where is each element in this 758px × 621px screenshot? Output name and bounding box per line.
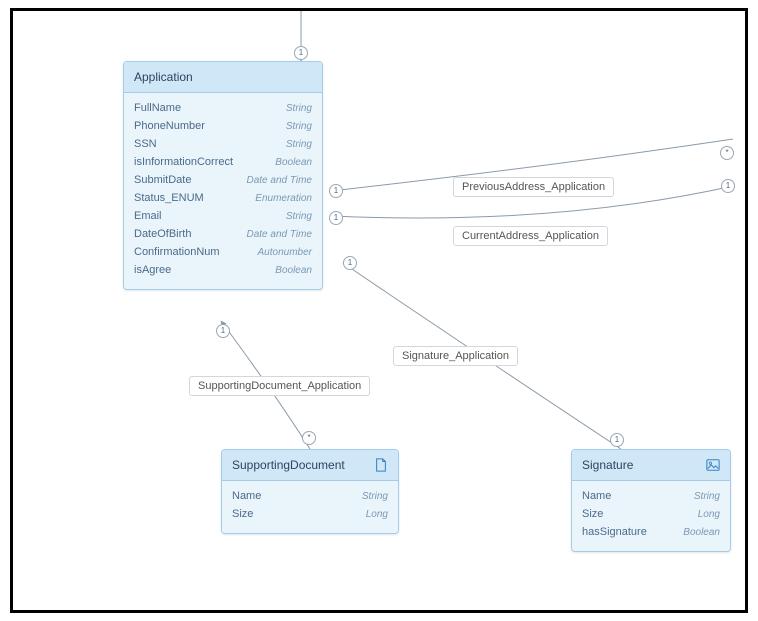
multiplicity-star: *	[720, 146, 734, 160]
attr-name: FullName	[134, 102, 181, 114]
relation-label-signature-application[interactable]: Signature_Application	[393, 346, 518, 366]
attr-name: ConfirmationNum	[134, 246, 220, 258]
entity-signature[interactable]: Signature Name String Size Long hasSignatu…	[571, 449, 731, 552]
entity-application-header: Application	[124, 62, 322, 93]
diagram-frame: Application FullName String PhoneNumber St…	[0, 0, 758, 621]
entity-supporting-document[interactable]: SupportingDocument Name String Size Long	[221, 449, 399, 534]
relation-label-current-address[interactable]: CurrentAddress_Application	[453, 226, 608, 246]
multiplicity-one: 1	[329, 211, 343, 225]
multiplicity-one: 1	[329, 184, 343, 198]
attr-name: DateOfBirth	[134, 228, 191, 240]
attr-name: Size	[232, 508, 253, 520]
attr-type: Autonumber	[258, 247, 312, 258]
attr-row: isAgree Boolean	[134, 261, 312, 279]
attr-name: Name	[582, 490, 611, 502]
attr-row: ConfirmationNum Autonumber	[134, 243, 312, 261]
entity-supporting-document-body: Name String Size Long	[222, 481, 398, 533]
attr-type: Enumeration	[255, 193, 312, 204]
attr-type: String	[362, 491, 388, 502]
attr-row: FullName String	[134, 99, 312, 117]
attr-name: isInformationCorrect	[134, 156, 233, 168]
multiplicity-one: 1	[343, 256, 357, 270]
relation-label-supporting-document-application[interactable]: SupportingDocument_Application	[189, 376, 370, 396]
attr-type: String	[286, 139, 312, 150]
attr-name: Size	[582, 508, 603, 520]
attr-row: Name String	[232, 487, 388, 505]
entity-application[interactable]: Application FullName String PhoneNumber St…	[123, 61, 323, 290]
attr-row: Email String	[134, 207, 312, 225]
attr-name: PhoneNumber	[134, 120, 205, 132]
attr-row: Name String	[582, 487, 720, 505]
attr-row: hasSignature Boolean	[582, 523, 720, 541]
attr-type: Long	[698, 509, 720, 520]
multiplicity-star: *	[302, 431, 316, 445]
entity-supporting-document-title: SupportingDocument	[232, 458, 345, 472]
multiplicity-one: 1	[610, 433, 624, 447]
attr-type: Long	[366, 509, 388, 520]
attr-name: hasSignature	[582, 526, 647, 538]
attr-row: SubmitDate Date and Time	[134, 171, 312, 189]
attr-type: Date and Time	[247, 229, 313, 240]
attr-type: Boolean	[683, 527, 720, 538]
attr-type: String	[286, 121, 312, 132]
attr-type: Boolean	[275, 265, 312, 276]
diagram-canvas[interactable]: Application FullName String PhoneNumber St…	[13, 11, 745, 610]
entity-application-title: Application	[134, 70, 193, 84]
attr-name: Status_ENUM	[134, 192, 204, 204]
attr-name: SSN	[134, 138, 157, 150]
attr-name: SubmitDate	[134, 174, 191, 186]
attr-type: Date and Time	[247, 175, 313, 186]
attr-name: Email	[134, 210, 162, 222]
attr-row: PhoneNumber String	[134, 117, 312, 135]
image-icon	[706, 458, 720, 472]
attr-row: Size Long	[232, 505, 388, 523]
entity-signature-header: Signature	[572, 450, 730, 481]
attr-name: Name	[232, 490, 261, 502]
multiplicity-one: 1	[216, 324, 230, 338]
relation-label-previous-address[interactable]: PreviousAddress_Application	[453, 177, 614, 197]
attr-row: SSN String	[134, 135, 312, 153]
entity-signature-title: Signature	[582, 458, 633, 472]
multiplicity-one: 1	[294, 46, 308, 60]
attr-row: DateOfBirth Date and Time	[134, 225, 312, 243]
entity-signature-body: Name String Size Long hasSignature Boolean	[572, 481, 730, 551]
diagram-border: Application FullName String PhoneNumber St…	[10, 8, 748, 613]
entity-supporting-document-header: SupportingDocument	[222, 450, 398, 481]
attr-type: Boolean	[275, 157, 312, 168]
attr-name: isAgree	[134, 264, 171, 276]
attr-row: Size Long	[582, 505, 720, 523]
attr-type: String	[286, 211, 312, 222]
attr-type: String	[286, 103, 312, 114]
multiplicity-one: 1	[721, 179, 735, 193]
entity-application-body: FullName String PhoneNumber String SSN Stri…	[124, 93, 322, 289]
attr-row: Status_ENUM Enumeration	[134, 189, 312, 207]
attr-row: isInformationCorrect Boolean	[134, 153, 312, 171]
attr-type: String	[694, 491, 720, 502]
document-icon	[374, 458, 388, 472]
